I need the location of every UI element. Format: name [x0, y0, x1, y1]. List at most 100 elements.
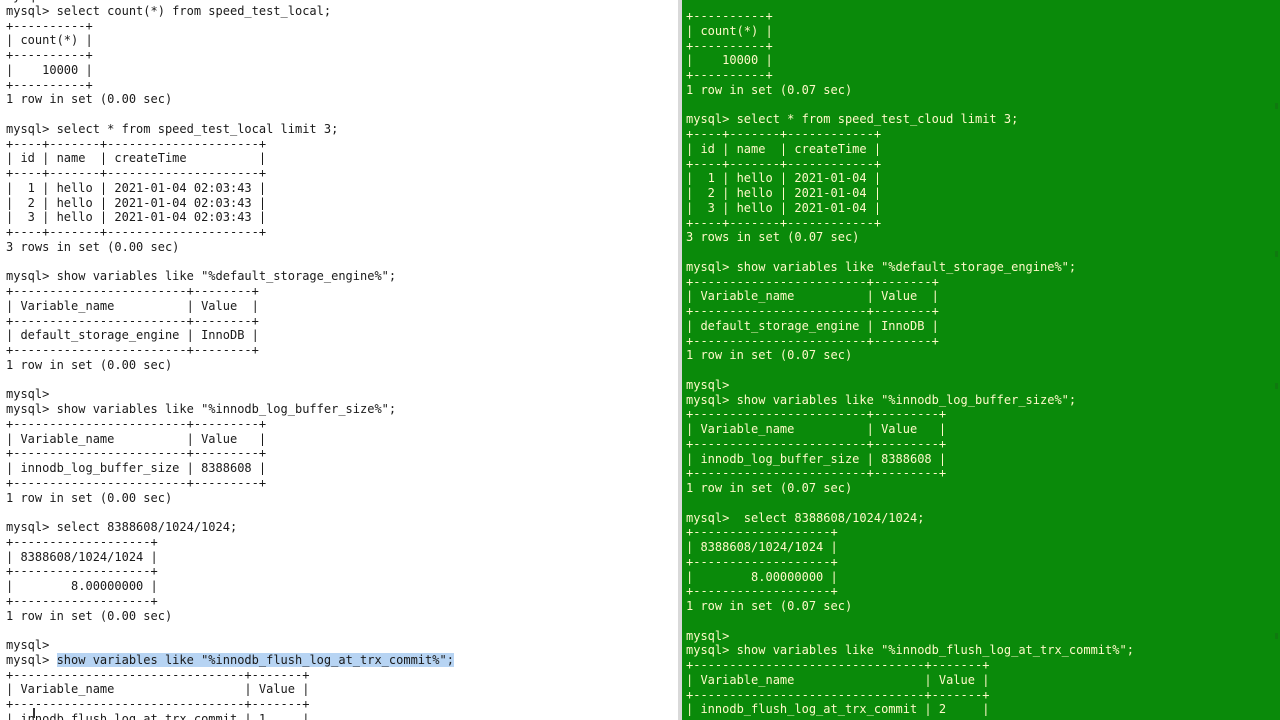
- terminal-line: +-------------------+: [686, 554, 838, 569]
- terminal-line: +----+-------+------------+: [686, 127, 882, 141]
- prompt-text: mysql>: [6, 652, 57, 667]
- text-cursor-icon: [33, 708, 35, 718]
- terminal-line: +-------------------+: [6, 593, 158, 608]
- terminal-line: 3 rows in set (0.07 sec): [686, 230, 860, 245]
- terminal-line: | 2 | hello | 2021-01-04 02:03:43 |: [6, 195, 267, 210]
- terminal-line: mysql> select count(*) from speed_test_l…: [6, 3, 332, 18]
- terminal-line: +------------------------+---------+: [6, 416, 267, 431]
- terminal-line: 1 row in set (0.00 sec): [6, 92, 173, 107]
- terminal-line: 1 row in set (0.00 sec): [6, 357, 173, 372]
- terminal-line: mysql>: [686, 377, 730, 392]
- terminal-line: mysql> show variables like "%innodb_log_…: [6, 402, 397, 416]
- terminal-line: 3 rows in set (0.00 sec): [6, 239, 180, 254]
- terminal-line: mysql> select 8388608/1024/1024;: [686, 510, 925, 525]
- terminal-line: +------------------------+--------+: [6, 284, 259, 298]
- terminal-line: +----------+: [6, 77, 93, 92]
- terminal-line: +--------------------------------+------…: [6, 667, 310, 682]
- terminal-line: +----------+: [6, 18, 93, 33]
- terminal-line: mysql> select 8388608/1024/1024;: [6, 520, 238, 534]
- terminal-line: | 8388608/1024/1024 |: [6, 549, 158, 564]
- terminal-line: +----+-------+---------------------+: [6, 225, 267, 239]
- terminal-line: 1 row in set (0.07 sec): [686, 481, 853, 495]
- terminal-line: | 1 | hello | 2021-01-04 02:03:43 |: [6, 180, 267, 195]
- terminal-line: | 3 | hello | 2021-01-04 |: [686, 200, 882, 215]
- terminal-line: mysql> select * from speed_test_local li…: [6, 121, 339, 136]
- terminal-line: mysql> show variables like "%innodb_log_…: [686, 392, 1077, 407]
- terminal-line: | 2 | hello | 2021-01-04 |: [686, 186, 882, 200]
- terminal-line: +----------+: [686, 38, 773, 53]
- terminal-line: +-------------------+: [686, 584, 838, 599]
- terminal-line: mysql>: [6, 387, 50, 402]
- terminal-line: | id | name | createTime |: [6, 151, 267, 166]
- terminal-line: | 10000 |: [686, 53, 773, 68]
- terminal-line: | 3 | hello | 2021-01-04 02:03:43 |: [6, 210, 267, 225]
- terminal-line: | 1 | hello | 2021-01-04 |: [686, 171, 882, 186]
- terminal-line: +------------------------+--------+: [6, 343, 259, 357]
- terminal-line: +----+-------+------------+: [686, 156, 882, 171]
- terminal-line: +------------------------+---------+: [6, 446, 267, 461]
- right-terminal-output[interactable]: +----------+ | count(*) | +----------+ | 10…: [682, 9, 1280, 720]
- terminal-line: | Variable_name | Value |: [6, 298, 259, 313]
- terminal-line: +------------------------+--------+: [686, 333, 939, 348]
- terminal-line: mysql>: [686, 628, 730, 643]
- terminal-line: +------------------------+--------+: [686, 304, 939, 318]
- terminal-line: | count(*) |: [6, 33, 93, 48]
- terminal-line: 1 row in set (0.07 sec): [686, 599, 853, 613]
- terminal-line: | count(*) |: [686, 23, 773, 38]
- terminal-line: +------------------------+--------+: [6, 313, 259, 328]
- scroll-marker: [1275, 251, 1278, 257]
- terminal-line: | 8388608/1024/1024 |: [686, 540, 838, 554]
- terminal-line: 1 row in set (0.07 sec): [686, 82, 853, 97]
- terminal-line: | Variable_name | Value |: [686, 672, 990, 687]
- terminal-line: +------------------------+--------+: [686, 274, 939, 289]
- terminal-line: +-------------------+: [6, 534, 158, 549]
- terminal-line: +----------+: [6, 48, 93, 62]
- terminal-line: | innodb_flush_log_at_trx_commit | 1 |: [6, 711, 310, 720]
- terminal-line: +----------+: [686, 68, 773, 82]
- terminal-line: | innodb_log_buffer_size | 8388608 |: [6, 461, 267, 475]
- terminal-line: | Variable_name | Value |: [686, 289, 939, 304]
- right-terminal-pane[interactable]: +----------+ | count(*) | +----------+ | 10…: [682, 0, 1280, 720]
- terminal-line: | 10000 |: [6, 62, 93, 77]
- terminal-line: | Variable_name | Value |: [6, 682, 310, 697]
- terminal-line: mysql> show variables like "%default_sto…: [686, 259, 1077, 274]
- terminal-line: +----------+: [686, 9, 773, 23]
- terminal-line: | id | name | createTime |: [686, 141, 882, 156]
- terminal-line: +------------------------+---------+: [6, 475, 267, 490]
- terminal-line: | innodb_log_buffer_size | 8388608 |: [686, 451, 947, 466]
- terminal-line: 1 row in set (0.00 sec): [6, 608, 173, 623]
- terminal-line: 1 row in set (0.00 sec): [6, 490, 173, 505]
- terminal-line: +--------------------------------+------…: [686, 687, 990, 702]
- scroll-marker: [1275, 633, 1278, 639]
- left-terminal-output[interactable]: mysql> mysql> select count(*) from speed_…: [0, 0, 678, 720]
- terminal-line: +----+-------+---------------------+: [6, 166, 267, 180]
- terminal-line: mysql> show variables like "%innodb_flus…: [6, 652, 678, 668]
- terminal-line: +------------------------+---------+: [686, 407, 947, 422]
- terminal-line: +------------------------+---------+: [686, 466, 947, 481]
- selected-command-text[interactable]: show variables like "%innodb_flush_log_a…: [56, 652, 454, 667]
- terminal-line: mysql> show variables like "%default_sto…: [6, 269, 397, 284]
- terminal-line: +----+-------+------------+: [686, 215, 882, 230]
- terminal-line: | 8.00000000 |: [686, 569, 838, 584]
- terminal-line: | Variable_name | Value |: [6, 431, 267, 446]
- terminal-line: mysql> show variables like "%innodb_flus…: [686, 643, 1134, 658]
- terminal-line: mysql> select * from speed_test_cloud li…: [686, 112, 1019, 127]
- terminal-line: +--------------------------------+------…: [6, 697, 310, 711]
- terminal-line: +--------------------------------+------…: [686, 658, 990, 672]
- left-terminal-pane[interactable]: mysql> mysql> select count(*) from speed_…: [0, 0, 678, 720]
- terminal-line: +------------------------+---------+: [686, 436, 947, 451]
- terminal-line: | 8.00000000 |: [6, 579, 158, 593]
- terminal-line: | default_storage_engine | InnoDB |: [6, 328, 259, 343]
- terminal-line: +----+-------+---------------------+: [6, 136, 267, 151]
- terminal-line: mysql>: [6, 638, 50, 652]
